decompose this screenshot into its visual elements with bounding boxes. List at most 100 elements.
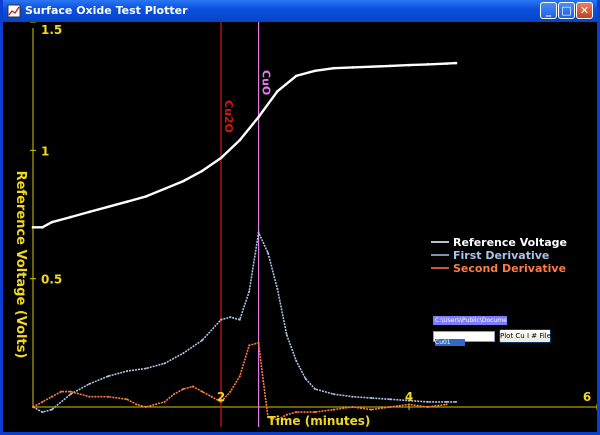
y-tick-label: 0.5 <box>41 273 62 287</box>
y-tick-label: 1.5 <box>41 23 62 37</box>
data-point <box>88 395 91 398</box>
window-title: Surface Oxide Test Plotter <box>25 4 188 17</box>
minimize-button[interactable]: _ <box>540 2 557 19</box>
data-point <box>220 318 222 321</box>
y-axis-label: Reference Voltage (Volts) <box>13 171 28 359</box>
data-point <box>351 406 354 408</box>
data-point <box>50 220 54 224</box>
axes <box>30 22 597 410</box>
data-point <box>407 63 411 67</box>
data-point <box>126 370 128 373</box>
plot-file-button[interactable]: Plot Cu I # File <box>499 329 551 343</box>
data-point <box>370 65 373 68</box>
data-point <box>201 339 204 342</box>
data-point <box>370 397 373 400</box>
data-point <box>126 398 128 401</box>
x-tick-label: 6 <box>583 390 591 404</box>
x-tick-label: 4 <box>405 390 413 404</box>
series-group <box>31 61 458 421</box>
data-point <box>107 375 110 378</box>
data-point <box>69 215 72 219</box>
data-point <box>276 90 279 93</box>
data-point <box>332 393 335 396</box>
data-point <box>248 344 251 347</box>
data-point <box>257 115 260 119</box>
data-point <box>163 400 166 403</box>
data-point <box>31 226 35 229</box>
data-point <box>60 390 63 393</box>
app-icon <box>7 4 21 18</box>
data-point <box>445 403 448 406</box>
data-point <box>200 169 204 173</box>
file-name-input[interactable]: Cu01 <box>433 331 495 346</box>
series-line <box>32 231 456 413</box>
data-point <box>351 66 354 69</box>
data-point <box>248 290 251 293</box>
path-field[interactable]: C:\Users\Public\Documents <box>433 316 507 325</box>
data-point <box>262 380 265 383</box>
data-point <box>370 408 373 411</box>
data-point <box>210 395 213 398</box>
data-point <box>173 393 175 396</box>
data-point <box>389 406 392 408</box>
data-point <box>351 395 354 398</box>
data-point <box>88 382 91 385</box>
legend-label: Second Derivative <box>453 262 566 275</box>
data-point <box>267 252 269 254</box>
data-point <box>50 395 53 398</box>
data-point <box>69 393 72 396</box>
maximize-icon: □ <box>561 4 572 17</box>
data-point <box>107 395 110 398</box>
data-point <box>201 390 204 393</box>
data-point <box>389 398 392 401</box>
data-point <box>69 390 72 393</box>
maximize-button[interactable]: □ <box>558 2 575 19</box>
data-point <box>182 179 185 183</box>
marker-label: Cu2O <box>222 100 235 133</box>
data-point <box>106 205 110 209</box>
marker-label: CuO <box>260 70 273 95</box>
data-point <box>144 406 147 408</box>
data-point <box>229 390 232 393</box>
data-point <box>295 359 298 362</box>
data-point <box>426 400 429 403</box>
minimize-icon: _ <box>545 4 552 17</box>
data-point <box>426 63 430 66</box>
data-point <box>144 367 147 370</box>
data-point <box>426 406 429 408</box>
legend-label: Reference Voltage <box>453 236 567 249</box>
marker-lines: Cu2O CuO <box>220 22 273 427</box>
data-point <box>88 210 91 214</box>
data-point <box>314 411 316 414</box>
app-window: Surface Oxide Test Plotter _ □ ✕ Cu2O CuO… <box>0 0 600 435</box>
data-point <box>182 352 185 355</box>
data-point <box>144 195 148 198</box>
data-point <box>295 411 298 414</box>
data-point <box>314 388 316 391</box>
data-point <box>454 61 458 65</box>
data-point <box>238 138 242 142</box>
data-point <box>41 411 44 414</box>
legend: Reference VoltageFirst DerivativeSecond … <box>431 236 567 275</box>
data-point <box>445 62 448 65</box>
data-point <box>135 403 138 406</box>
close-button[interactable]: ✕ <box>576 2 593 19</box>
title-bar[interactable]: Surface Oxide Test Plotter _ □ ✕ <box>3 0 597 22</box>
file-name-value: Cu01 <box>435 339 465 346</box>
data-point <box>332 66 336 70</box>
data-point <box>445 400 448 403</box>
plot-canvas: Cu2O CuO 1.5 1 0.5 2 4 6 Reference Voltage (Vo… <box>13 22 597 428</box>
close-icon: ✕ <box>579 4 590 17</box>
data-point <box>455 400 457 403</box>
data-point <box>257 231 260 234</box>
data-point <box>191 385 194 388</box>
data-point <box>313 69 317 73</box>
data-point <box>276 287 279 290</box>
data-point <box>125 200 129 203</box>
data-point <box>332 408 335 411</box>
x-axis-label: Time (minutes) <box>268 414 371 428</box>
data-point <box>294 74 298 78</box>
x-tick-label: 2 <box>217 390 225 404</box>
data-point <box>219 156 223 160</box>
data-point <box>41 400 44 403</box>
